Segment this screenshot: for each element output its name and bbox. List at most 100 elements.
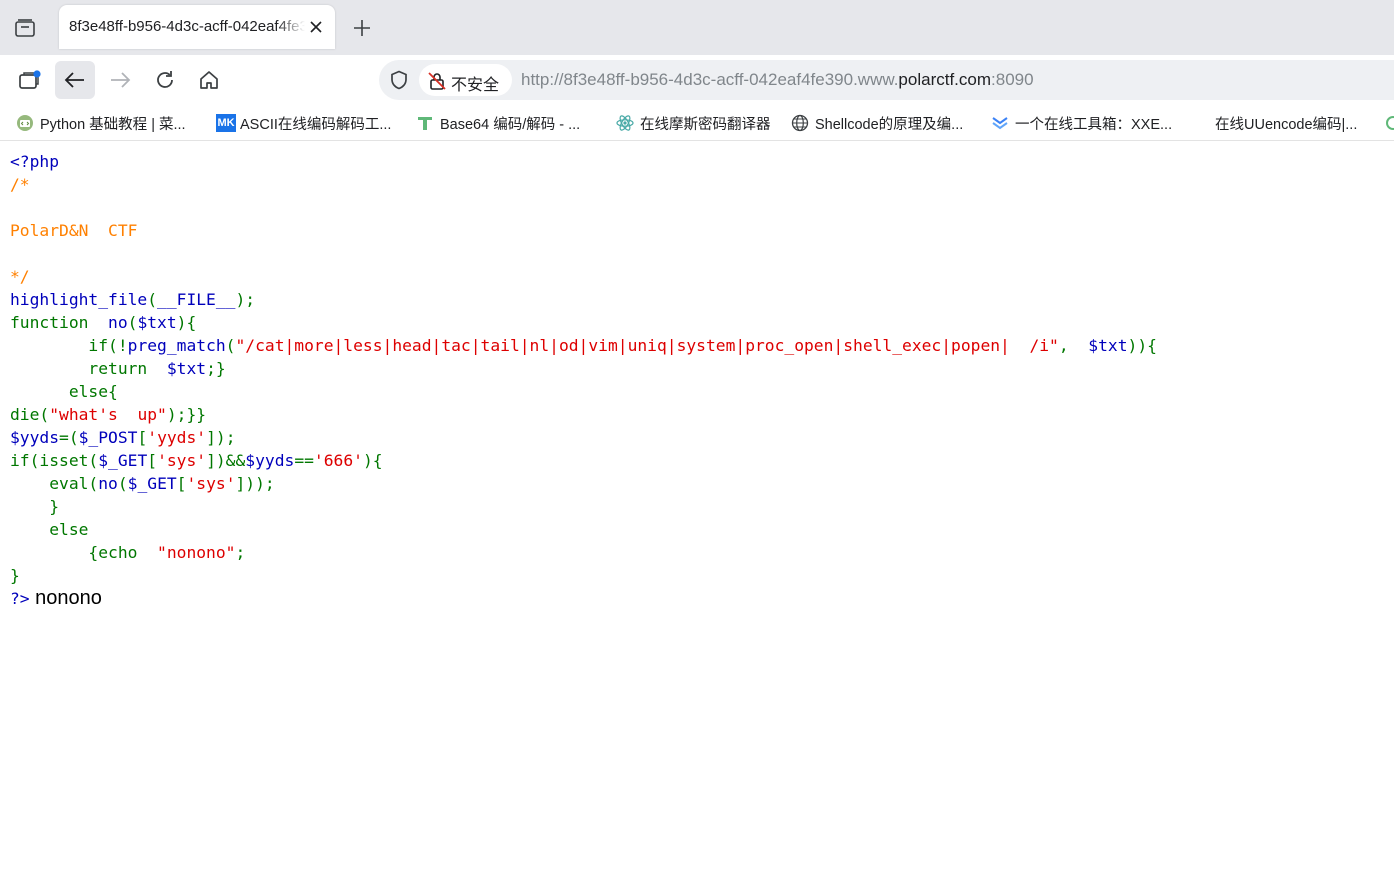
code-token: )){ (1127, 336, 1157, 355)
code-token: } (10, 566, 20, 585)
code-token: <?php (10, 152, 60, 171)
bookmark-overflow[interactable] (1384, 113, 1394, 133)
code-token: preg_match (127, 336, 226, 355)
bookmark-uuencode[interactable]: 在线UUencode编码|... (1191, 113, 1357, 133)
mk-icon: MK (216, 114, 236, 132)
code-line: highlight_file(__FILE__); (10, 288, 255, 311)
code-token: 'sys' (157, 451, 207, 470)
url-prefix: http://8f3e48ff-b956-4d3c-acff-042eaf4fe… (521, 70, 899, 89)
reload-icon[interactable] (145, 61, 185, 99)
code-line: if(!preg_match("/cat|more|less|head|tac|… (10, 334, 1157, 357)
page-output-text: nonono (29, 587, 102, 609)
close-icon[interactable] (307, 18, 325, 36)
code-token: "nonono" (157, 543, 236, 562)
code-line: <?php (10, 150, 59, 173)
code-token: {echo (10, 543, 158, 562)
code-line: function no($txt){ (10, 311, 196, 334)
code-token: ]); (206, 428, 236, 447)
new-tab-plus-icon[interactable] (350, 16, 374, 40)
code-token: if(! (10, 336, 128, 355)
code-token: $yyds (245, 451, 295, 470)
bookmark-morse[interactable]: 在线摩斯密码翻译器 (616, 113, 771, 133)
code-token: ;} (206, 359, 226, 378)
code-token: ])); (235, 474, 275, 493)
code-line: return $txt;} (10, 357, 226, 380)
insecure-lock-icon (427, 71, 447, 96)
code-token: ( (147, 290, 158, 309)
code-line: eval(no($_GET['sys'])); (10, 472, 275, 495)
chevron-logo-icon (991, 114, 1009, 132)
code-token: ; (235, 543, 246, 562)
code-token: $yyds (10, 428, 60, 447)
home-icon[interactable] (189, 61, 229, 99)
code-line: } (10, 495, 59, 518)
code-token: 'sys' (186, 474, 236, 493)
bookmark-shellcode[interactable]: Shellcode的原理及编... (791, 113, 963, 133)
code-token: __FILE__ (157, 290, 236, 309)
code-token: [ (137, 428, 148, 447)
workspaces-icon[interactable] (10, 61, 50, 99)
bookmark-label: 在线UUencode编码|... (1215, 116, 1358, 133)
atom-icon (616, 114, 634, 132)
code-token: ])&& (206, 451, 246, 470)
code-line: } (10, 564, 20, 587)
url-text[interactable]: http://8f3e48ff-b956-4d3c-acff-042eaf4fe… (521, 70, 1034, 90)
code-line: die("what's up");}} (10, 403, 206, 426)
bookmark-python[interactable]: Python 基础教程 | 菜... (16, 113, 186, 133)
code-line: ?> nonono (10, 587, 102, 610)
code-token: ( (127, 313, 138, 332)
code-line: else (10, 518, 88, 541)
insecure-label: 不安全 (451, 77, 500, 94)
code-token: == (294, 451, 314, 470)
forward-arrow-icon[interactable] (100, 61, 140, 99)
code-line: PolarD&N CTF (10, 219, 137, 242)
partial-favicon-icon (1384, 114, 1394, 132)
code-token: $txt (1088, 336, 1128, 355)
url-port: :8090 (991, 70, 1034, 89)
address-bar[interactable]: 不安全 http://8f3e48ff-b956-4d3c-acff-042ea… (379, 60, 1394, 100)
code-token: no (108, 313, 128, 332)
code-token: no (98, 474, 118, 493)
shield-icon[interactable] (389, 70, 409, 90)
back-arrow-icon[interactable] (55, 61, 95, 99)
code-token: ){ (176, 313, 197, 332)
code-token: ); (235, 290, 256, 309)
tab-strip: 8f3e48ff-b956-4d3c-acff-042eaf4fe390.www… (0, 0, 1394, 55)
bookmark-ascii[interactable]: MK ASCII在线编码解码工... (216, 113, 391, 133)
bookmark-xxe[interactable]: 一个在线工具箱：XXE... (991, 113, 1172, 133)
code-token: else{ (10, 382, 118, 401)
code-token: function (10, 313, 109, 332)
bookmark-label: Python 基础教程 | 菜... (40, 116, 186, 133)
tab-active[interactable]: 8f3e48ff-b956-4d3c-acff-042eaf4fe390.www… (59, 5, 335, 49)
globe-icon (791, 114, 809, 132)
code-token: $_POST (78, 428, 138, 447)
tab-actions-icon[interactable] (12, 16, 38, 40)
code-token: , (1058, 336, 1089, 355)
code-line: */ (10, 265, 30, 288)
bookmark-base64[interactable]: Base64 编码/解码 - ... (416, 113, 580, 133)
navigation-toolbar: 不安全 http://8f3e48ff-b956-4d3c-acff-042ea… (0, 55, 1394, 107)
code-token: $txt (137, 313, 177, 332)
code-token: */ (10, 267, 30, 286)
code-token: if(isset( (10, 451, 99, 470)
code-token: '666' (313, 451, 363, 470)
code-token: ( (117, 474, 128, 493)
bookmark-label: ASCII在线编码解码工... (240, 116, 392, 133)
bookmark-label: Shellcode的原理及编... (815, 116, 964, 133)
insecure-badge[interactable]: 不安全 (419, 64, 512, 96)
code-token: $_GET (98, 451, 148, 470)
tab-title: 8f3e48ff-b956-4d3c-acff-042eaf4fe390.www… (69, 18, 305, 35)
code-token: );}} (166, 405, 207, 424)
code-token: [ (176, 474, 187, 493)
bookmarks-bar: Python 基础教程 | 菜... MK ASCII在线编码解码工... Ba… (0, 107, 1394, 141)
bookmark-label: 在线摩斯密码翻译器 (640, 116, 771, 133)
url-domain: polarctf.com (898, 70, 992, 89)
code-token: PolarD&N CTF (10, 221, 138, 240)
code-token: eval( (10, 474, 99, 493)
code-line: /* (10, 173, 30, 196)
code-line: $yyds=($_POST['yyds']); (10, 426, 236, 449)
bookmark-label: 一个在线工具箱：XXE... (1015, 116, 1173, 133)
code-token: die( (10, 405, 50, 424)
runoob-icon (16, 114, 34, 132)
code-token: else (10, 520, 89, 539)
